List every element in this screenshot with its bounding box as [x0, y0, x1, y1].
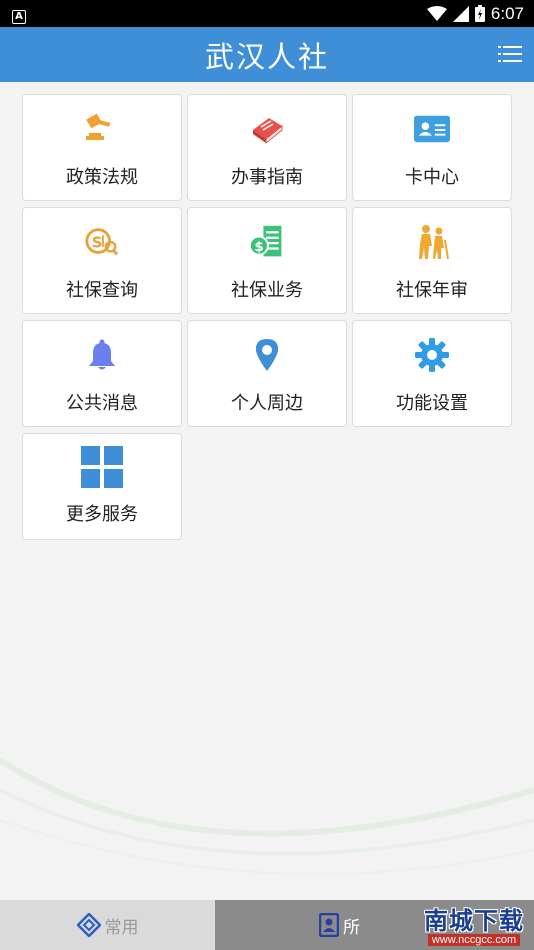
tile-label: 卡中心	[405, 167, 459, 188]
tile-si-annual[interactable]: 社保年审	[352, 207, 512, 314]
status-bar: A 6:07	[0, 0, 534, 27]
watermark-url: www.nccgcc.com	[427, 934, 521, 946]
watermark-title: 南城下载	[424, 907, 524, 935]
diamond-icon	[76, 913, 101, 937]
contact-book-icon	[319, 913, 339, 937]
tile-label: 更多服务	[66, 504, 138, 525]
wifi-icon	[426, 5, 447, 21]
tile-label: 社保查询	[66, 280, 138, 301]
location-pin-icon	[249, 337, 285, 373]
elderly-icon	[414, 224, 450, 260]
signal-icon	[452, 5, 469, 22]
battery-icon	[474, 5, 485, 22]
tile-label: 个人周边	[231, 393, 303, 414]
status-time: 6:07	[490, 3, 524, 23]
page-title: 武汉人社	[204, 39, 329, 74]
tile-label: 政策法规	[66, 167, 138, 188]
notification-a-icon: A	[12, 9, 26, 24]
tile-policy[interactable]: 政策法规	[22, 94, 182, 201]
tile-settings[interactable]: 功能设置	[352, 320, 512, 427]
tile-label: 功能设置	[396, 393, 468, 414]
tile-label: 社保年审	[396, 280, 468, 301]
tile-nearby[interactable]: 个人周边	[187, 320, 347, 427]
service-grid: 政策法规 办事指南 卡中心 S 社保查询 $ 社保业务 社保年审 公共消息 个人…	[22, 94, 512, 540]
tab-common[interactable]: 常用	[0, 900, 215, 950]
tile-label: 办事指南	[231, 167, 303, 188]
book-icon	[249, 111, 285, 147]
list-menu-icon[interactable]	[498, 44, 522, 64]
tab-label: 所	[343, 917, 360, 938]
tile-label: 社保业务	[231, 280, 303, 301]
id-card-icon	[414, 111, 450, 147]
background-wave	[0, 757, 534, 876]
tile-more-services[interactable]: 更多服务	[22, 433, 182, 540]
tile-public-news[interactable]: 公共消息	[22, 320, 182, 427]
tile-si-business[interactable]: $ 社保业务	[187, 207, 347, 314]
watermark-logo: 南城下载 www.nccgcc.com	[424, 901, 524, 946]
tile-guide[interactable]: 办事指南	[187, 94, 347, 201]
gear-icon	[414, 337, 450, 373]
svg-text:S: S	[92, 234, 103, 252]
app-header: 武汉人社	[0, 27, 534, 82]
gavel-icon	[84, 111, 120, 147]
tab-label: 常用	[104, 917, 139, 938]
si-business-icon: $	[249, 224, 285, 260]
tile-card-center[interactable]: 卡中心	[352, 94, 512, 201]
grid-icon	[81, 446, 123, 488]
tile-label: 公共消息	[66, 393, 138, 414]
si-search-icon: S	[84, 224, 120, 260]
bell-icon	[84, 337, 120, 373]
svg-text:$: $	[254, 239, 263, 255]
tile-si-query[interactable]: S 社保查询	[22, 207, 182, 314]
